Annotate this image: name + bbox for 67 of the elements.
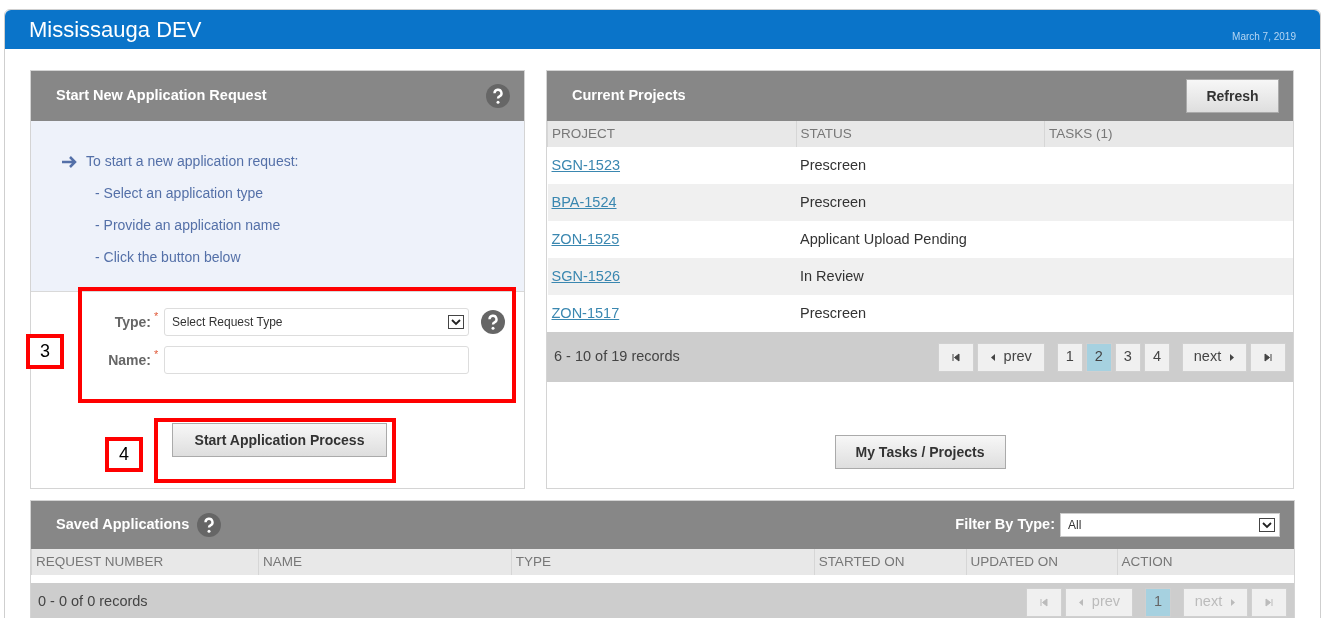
triangle-right-icon: [1229, 352, 1236, 362]
select-value: Select Request Type: [172, 314, 283, 331]
prev-button[interactable]: prev: [976, 342, 1045, 372]
records-count: 6 - 10 of 19 records: [554, 347, 680, 367]
column-header: STATUS: [796, 121, 1045, 147]
first-icon: [951, 352, 960, 362]
column-header: STARTED ON: [814, 549, 967, 575]
column-header: REQUEST NUMBER: [31, 549, 259, 575]
column-header: UPDATED ON: [966, 549, 1118, 575]
panel-title: Saved Applications: [56, 515, 190, 535]
instruction-step: - Select an application type: [95, 183, 524, 204]
type-select[interactable]: Select Request Type: [164, 308, 469, 336]
instruction-step: - Click the button below: [95, 247, 524, 268]
column-header: NAME: [258, 549, 512, 575]
next-button[interactable]: next: [1182, 342, 1247, 372]
project-link[interactable]: BPA-1524: [551, 193, 617, 210]
records-count: 0 - 0 of 0 records: [38, 592, 148, 612]
filter-select[interactable]: All: [1060, 513, 1280, 537]
dropdown-caret-icon: [448, 315, 464, 329]
first-icon: [1039, 597, 1048, 607]
arrow-icon: [61, 153, 78, 170]
required-mark: *: [154, 309, 160, 324]
page-button[interactable]: 4: [1143, 342, 1170, 372]
field-label: Name:: [107, 350, 151, 370]
date-label: March 7, 2019: [1232, 30, 1296, 44]
first-page-button[interactable]: [937, 342, 974, 372]
column-header: TASKS (1): [1044, 121, 1293, 147]
panel-title: Current Projects: [572, 86, 686, 106]
required-mark: *: [154, 347, 160, 362]
status-cell: In Review: [796, 258, 1045, 295]
project-link[interactable]: ZON-1525: [551, 230, 620, 247]
name-field[interactable]: [164, 346, 469, 374]
status-cell: Applicant Upload Pending: [796, 221, 1045, 258]
column-header: ACTION: [1117, 549, 1294, 575]
app-title: Mississauga DEV: [29, 16, 202, 44]
status-cell: Prescreen: [796, 184, 1045, 221]
page-button[interactable]: 3: [1114, 342, 1141, 372]
my-tasks-button[interactable]: My Tasks / Projects: [834, 435, 1006, 469]
triangle-left-icon: [1077, 597, 1084, 607]
annotation-number: 4: [105, 437, 143, 472]
panel-title: Start New Application Request: [56, 86, 267, 106]
triangle-left-icon: [989, 352, 996, 362]
column-header: TYPE: [511, 549, 815, 575]
help-icon[interactable]: [197, 513, 222, 537]
select-value: All: [1068, 517, 1082, 534]
status-cell: Prescreen: [796, 295, 1045, 332]
start-application-button[interactable]: Start Application Process: [172, 423, 387, 457]
page-button[interactable]: 2: [1085, 342, 1112, 372]
status-cell: Prescreen: [796, 147, 1045, 184]
annotation-number: 3: [26, 334, 64, 369]
dropdown-caret-icon: [1259, 518, 1275, 532]
triangle-right-icon: [1230, 597, 1237, 607]
project-link[interactable]: SGN-1526: [551, 267, 620, 284]
column-header: PROJECT: [547, 121, 796, 147]
project-link[interactable]: SGN-1523: [551, 156, 620, 173]
instruction-text: To start a new application request:: [86, 152, 299, 171]
field-label: Type:: [113, 312, 151, 332]
project-link[interactable]: ZON-1517: [551, 304, 620, 321]
refresh-button[interactable]: Refresh: [1186, 79, 1279, 113]
instruction-step: - Provide an application name: [95, 215, 524, 236]
page-button[interactable]: 1: [1056, 342, 1083, 372]
last-page-button[interactable]: [1250, 342, 1286, 372]
last-icon: [1264, 352, 1272, 362]
help-icon[interactable]: [486, 84, 510, 108]
filter-label: Filter By Type:: [955, 515, 1055, 535]
help-icon[interactable]: [481, 310, 505, 334]
last-icon: [1265, 597, 1273, 607]
